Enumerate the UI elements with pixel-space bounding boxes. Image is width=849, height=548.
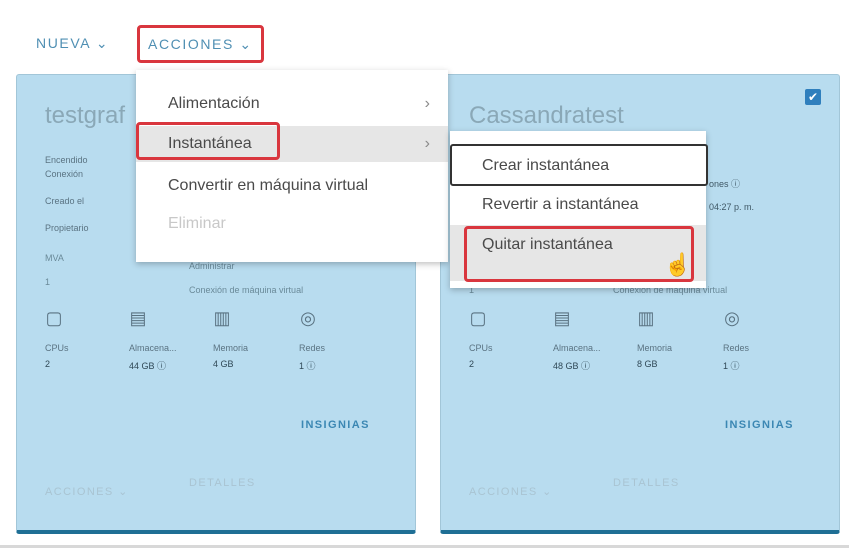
resource-label: CPUs: [45, 343, 69, 353]
mva-value: 1: [45, 277, 51, 287]
hand-pointer-icon: ☝: [664, 252, 692, 277]
menu-item-convertir[interactable]: Convertir en máquina virtual: [136, 168, 448, 204]
resource-value: 2: [469, 359, 475, 369]
resource-label: Almacena...: [553, 343, 601, 353]
resource-label: Redes: [723, 343, 750, 353]
card-detalles-button[interactable]: DETALLES: [613, 477, 680, 489]
resource-label: Almacena...: [129, 343, 177, 353]
chevron-right-icon: ›: [424, 135, 430, 152]
submenu-item-revertir[interactable]: Revertir a instantánea: [450, 185, 706, 225]
insignias-link[interactable]: INSIGNIAS: [725, 419, 794, 431]
resource-label: Redes: [299, 343, 326, 353]
menu-item-label: Convertir en máquina virtual: [168, 177, 369, 194]
resource-value[interactable]: 48 GB ⓘ: [553, 359, 590, 372]
instantanea-highlight: [136, 122, 280, 160]
prop-label: Creado el: [45, 196, 85, 206]
resource-value: 4 GB: [213, 359, 234, 369]
crear-focus-outline: [450, 144, 708, 186]
resource-value[interactable]: 1 ⓘ: [299, 359, 316, 372]
menu-item-alimentacion[interactable]: Alimentación ›: [136, 86, 448, 122]
resource-value[interactable]: 1 ⓘ: [723, 359, 740, 372]
card-acciones-button[interactable]: ACCIONES ⌄: [469, 485, 553, 498]
card-acciones-button[interactable]: ACCIONES ⌄: [45, 485, 129, 498]
mva-sub-label: Conexión de máquina virtual: [189, 285, 304, 295]
network-icon: ◎: [300, 308, 316, 328]
storage-icon: ▤: [129, 308, 147, 328]
prop-label: Propietario: [45, 223, 89, 233]
resource-value: 2: [45, 359, 51, 369]
memory-icon: ▥: [637, 308, 655, 328]
quitar-highlight: [464, 226, 694, 282]
storage-icon: ▤: [553, 308, 571, 328]
mva-label: MVA: [45, 253, 64, 263]
nueva-button[interactable]: NUEVA ⌄: [28, 24, 117, 62]
select-checkbox[interactable]: ✔: [805, 89, 821, 105]
card-title: testgraf: [45, 102, 126, 129]
cpu-icon: ▢: [469, 308, 487, 328]
resource-value: 8 GB: [637, 359, 658, 369]
resource-label: Memoria: [213, 343, 249, 353]
menu-item-label: Eliminar: [168, 215, 226, 232]
card-detalles-button[interactable]: DETALLES: [189, 477, 256, 489]
menu-item-eliminar: Eliminar: [136, 206, 448, 242]
cpu-icon: ▢: [45, 308, 63, 328]
card-title: Cassandratest: [469, 102, 624, 129]
prop-value: ones ⓘ: [709, 179, 741, 189]
menu-item-label: Alimentación: [168, 95, 260, 112]
memory-icon: ▥: [213, 308, 231, 328]
insignias-link[interactable]: INSIGNIAS: [301, 419, 370, 431]
resource-value[interactable]: 44 GB ⓘ: [129, 359, 166, 372]
prop-value: 04:27 p. m.: [709, 202, 755, 212]
prop-label: Encendido: [45, 155, 88, 165]
acciones-button[interactable]: ACCIONES ⌄: [137, 25, 264, 63]
chevron-right-icon: ›: [424, 95, 430, 112]
network-icon: ◎: [724, 308, 740, 328]
acciones-menu: Alimentación › Instantánea › Convertir e…: [136, 70, 448, 262]
mva-sub-label: Administrar: [189, 261, 235, 271]
resource-label: CPUs: [469, 343, 493, 353]
prop-label: Conexión: [45, 169, 84, 179]
resource-label: Memoria: [637, 343, 673, 353]
